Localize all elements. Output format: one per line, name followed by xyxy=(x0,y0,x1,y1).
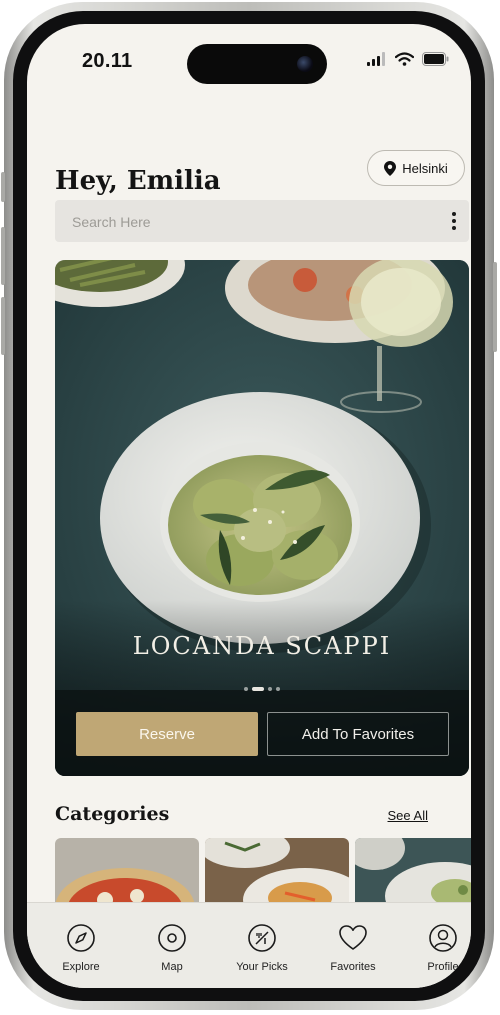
nav-label-favorites: Favorites xyxy=(330,961,376,973)
phone-button xyxy=(1,172,5,202)
carousel-dot-active[interactable] xyxy=(252,687,264,691)
carousel-dot[interactable] xyxy=(276,687,280,691)
compass-icon xyxy=(67,924,95,952)
carousel-dot[interactable] xyxy=(244,687,248,691)
nav-label-profile: Profile xyxy=(427,961,459,973)
add-to-favorites-button[interactable]: Add To Favorites xyxy=(267,712,449,756)
reserve-button[interactable]: Reserve xyxy=(76,712,258,756)
phone-button xyxy=(1,227,5,285)
phone-bezel: 20.11 Hey, Emilia Helsinki Search Here L… xyxy=(13,11,485,1001)
nav-label-map: Map xyxy=(161,961,183,973)
heart-icon xyxy=(339,925,367,950)
categories-title: Categories xyxy=(55,803,170,825)
wifi-icon xyxy=(395,52,414,66)
nav-label-your-picks: Your Picks xyxy=(236,961,288,973)
greeting-title: Hey, Emilia xyxy=(55,166,221,196)
location-pin-icon xyxy=(384,160,397,176)
app-screen: 20.11 Hey, Emilia Helsinki Search Here L… xyxy=(27,24,471,988)
location-selector[interactable]: Helsinki xyxy=(367,150,465,186)
profile-icon xyxy=(429,924,457,952)
dynamic-island xyxy=(187,44,327,84)
nav-label-explore: Explore xyxy=(62,961,100,973)
carousel-indicator xyxy=(55,687,469,691)
nav-item-profile[interactable]: Profile xyxy=(403,923,471,973)
carousel-dot[interactable] xyxy=(268,687,272,691)
location-label: Helsinki xyxy=(402,160,448,176)
see-all-link[interactable]: See All xyxy=(388,808,428,823)
more-options-icon[interactable] xyxy=(451,212,457,230)
featured-restaurant-card[interactable]: LOCANDA SCAPPI Reserve Add To Favorites xyxy=(55,260,469,776)
search-input[interactable] xyxy=(55,200,434,244)
battery-icon xyxy=(422,52,449,66)
status-time: 20.11 xyxy=(82,50,133,72)
search-bar xyxy=(55,200,469,244)
signal-icon xyxy=(367,52,385,66)
bottom-navigation: Explore Map Your Picks Favorites Profile xyxy=(27,902,471,988)
nav-item-favorites[interactable]: Favorites xyxy=(313,923,393,973)
phone-frame: 20.11 Hey, Emilia Helsinki Search Here L… xyxy=(1,2,497,1010)
phone-button xyxy=(1,297,5,355)
restaurant-name: LOCANDA SCAPPI xyxy=(132,632,392,660)
status-icons xyxy=(367,52,449,66)
nav-item-explore[interactable]: Explore xyxy=(41,923,121,973)
map-pin-icon xyxy=(158,924,186,952)
camera-icon xyxy=(297,56,313,72)
nav-item-your-picks[interactable]: Your Picks xyxy=(222,923,302,973)
nav-item-map[interactable]: Map xyxy=(132,923,212,973)
picks-icon xyxy=(248,924,276,952)
phone-button xyxy=(493,262,497,352)
restaurant-photo xyxy=(55,260,469,776)
